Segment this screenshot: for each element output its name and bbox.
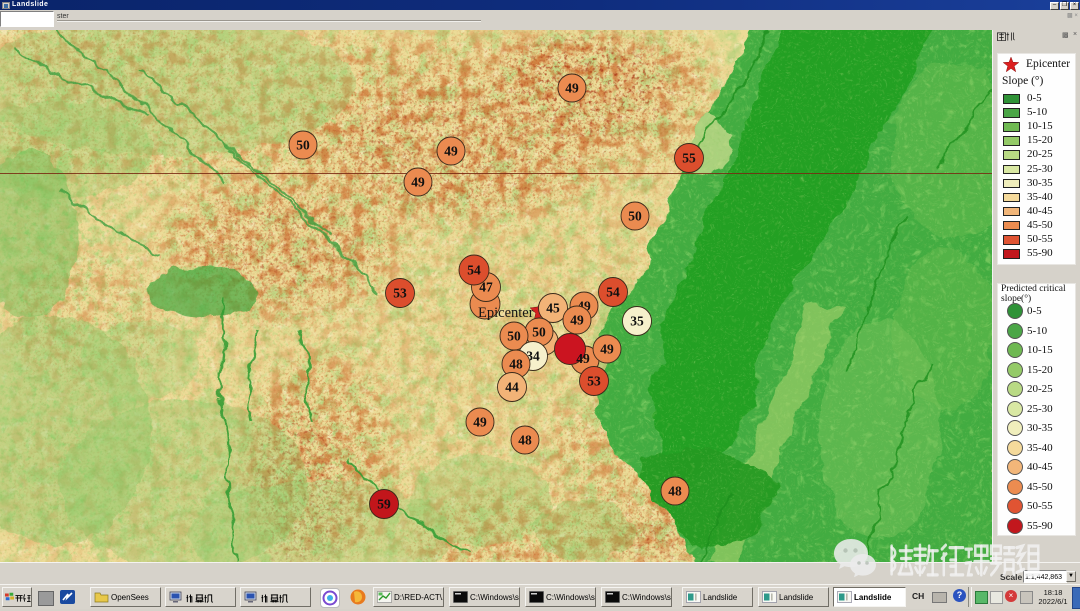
svg-text:49: 49 (565, 81, 579, 96)
svg-text:59: 59 (377, 497, 391, 512)
svg-text:35: 35 (630, 314, 644, 329)
svg-text:54: 54 (467, 263, 481, 278)
svg-text:49: 49 (600, 342, 614, 357)
svg-text:49: 49 (473, 415, 487, 430)
svg-text:49: 49 (444, 144, 458, 159)
svg-text:50: 50 (507, 329, 521, 344)
svg-text:48: 48 (518, 433, 532, 448)
svg-text:50: 50 (296, 138, 310, 153)
svg-text:53: 53 (393, 286, 407, 301)
svg-text:49: 49 (411, 175, 425, 190)
svg-text:50: 50 (628, 209, 642, 224)
svg-text:50: 50 (532, 325, 546, 340)
svg-text:48: 48 (509, 357, 523, 372)
svg-text:45: 45 (546, 301, 560, 316)
svg-text:44: 44 (505, 380, 519, 395)
svg-text:49: 49 (576, 351, 590, 366)
svg-text:Epicenter: Epicenter (478, 305, 534, 321)
svg-text:54: 54 (606, 285, 620, 300)
svg-text:48: 48 (668, 484, 682, 499)
svg-text:55: 55 (682, 151, 696, 166)
svg-text:49: 49 (570, 313, 584, 328)
svg-text:53: 53 (587, 374, 601, 389)
